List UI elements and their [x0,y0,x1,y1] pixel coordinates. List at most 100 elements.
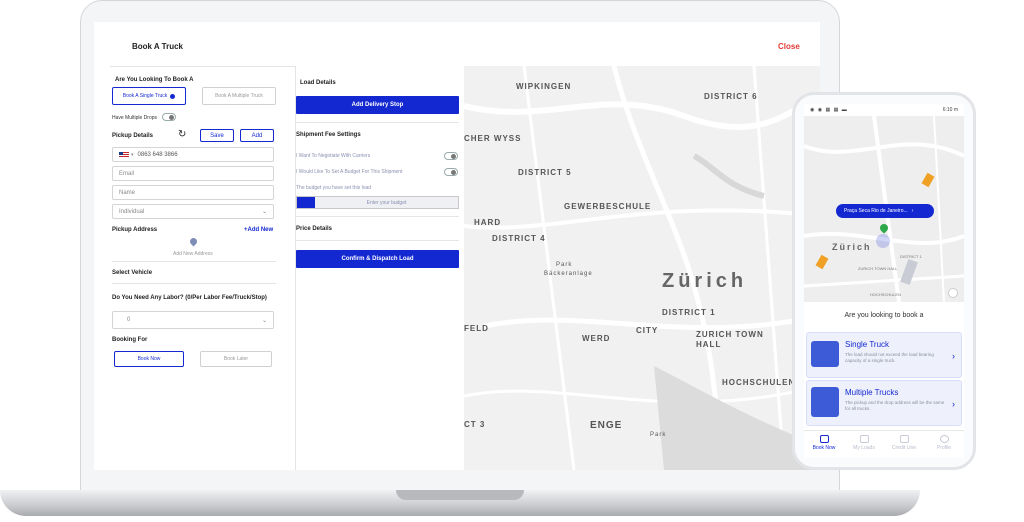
map-label-city: CITY [636,326,659,335]
nav-label: My Loads [853,445,875,451]
map-label-wyss: CHER WYSS [464,134,522,143]
phone-map-town-hall: ZURICH TOWN HALL [858,266,898,271]
single-truck-title: Single Truck [845,340,890,349]
info-icon [170,93,176,99]
map-label-hochschulen: HOCHSCHULEN [722,378,796,387]
phone-map[interactable]: Praça Seca Rio de Janeiro... › Zürich ZU… [804,116,964,302]
name-placeholder: Name [119,189,136,196]
chevron-down-icon: ⌄ [261,209,267,215]
location-pill[interactable]: Praça Seca Rio de Janeiro... › [836,204,934,218]
booking-for-heading: Booking For [112,337,148,343]
box-icon [859,435,869,443]
booking-form: Are You Looking To Book A Book A Single … [110,66,296,470]
book-now-button[interactable]: Book Now [114,351,184,367]
map-label-werd: WERD [582,334,611,343]
bottom-nav: Book Now My Loads Credit Line Profile [804,430,964,458]
laptop-notch [396,490,524,500]
multiple-truck-button[interactable]: Book A Multiple Truck [202,87,276,105]
save-button[interactable]: Save [200,129,234,142]
customer-type-select[interactable]: Individual ⌄ [112,204,274,219]
labor-question: Do You Need Any Labor? (0/Per Labor Fee/… [112,295,267,301]
add-new-address-label[interactable]: Add New Address [173,251,213,257]
route-map[interactable]: WIPKINGEN DISTRICT 6 CHER WYSS DISTRICT … [464,66,820,470]
add-button[interactable]: Add [240,129,274,142]
phone-screen: ◉ ◉ ▦ ▦ ▬ 6:10 m Praça Seca Rio de Janei… [804,104,964,458]
price-details-heading: Price Details [296,226,333,232]
chevron-right-icon: › [952,351,955,361]
card-icon [899,435,909,443]
map-label-district6: DISTRICT 6 [704,92,758,101]
negotiate-label: I Want To Negotiate With Carriers [296,153,371,159]
notification-icons: ◉ ◉ ▦ ▦ ▬ [810,107,848,113]
status-time: 6:10 m [942,107,958,113]
nav-credit-line[interactable]: Credit Line [884,435,924,451]
multiple-drops-toggle[interactable] [162,113,176,121]
location-pin-icon [188,236,199,247]
map-label-gewerbe: GEWERBESCHULE [564,202,652,211]
set-budget-label: I Would Like To Set A Budget For This Sh… [296,169,403,175]
email-field[interactable]: Email [112,166,274,181]
name-field[interactable]: Name [112,185,274,200]
us-flag-icon [119,151,129,158]
phone-value: 0863 648 3866 [137,151,178,158]
divider [296,122,459,123]
multiple-trucks-title: Multiple Trucks [845,388,899,397]
map-label-district1: DISTRICT 1 [662,308,716,317]
truck-icon [819,435,829,443]
nav-label: Book Now [812,445,836,451]
close-button[interactable]: Close [778,42,800,51]
budget-placeholder: Enter your budget [366,199,407,206]
refresh-icon[interactable]: ↻ [178,129,186,140]
customer-type-value: Individual [119,208,145,215]
multiple-trucks-desc: The pickup and the drop address will be … [845,400,945,411]
single-truck-card[interactable]: Single Truck The load should not exceed … [806,332,962,378]
shipment-fee-heading: Shipment Fee Settings [296,132,361,138]
multiple-trucks-card[interactable]: Multiple Trucks The pickup and the drop … [806,380,962,426]
nav-book-now[interactable]: Book Now [804,435,844,451]
nav-label: Profile [936,445,952,451]
confirm-dispatch-button[interactable]: Confirm & Dispatch Load [296,250,459,268]
negotiate-toggle[interactable] [444,152,458,160]
select-vehicle-heading[interactable]: Select Vehicle [112,270,152,276]
trucks-icon [811,387,839,417]
user-icon [939,435,949,443]
map-label-feld: FELD [464,324,489,333]
recenter-icon[interactable] [948,288,958,298]
truck-icon [811,341,839,367]
map-label-town-hall: ZURICH TOWN HALL [696,330,764,349]
map-label-park-name: Bäckeranlage [544,271,593,277]
nav-my-loads[interactable]: My Loads [844,435,884,451]
map-label-zurich: Zürich [662,270,748,292]
phone-field[interactable]: ▾ 0863 648 3866 [112,147,274,162]
single-truck-button[interactable]: Book A Single Truck [112,87,186,105]
phone-map-district: DISTRICT 1 [900,254,922,259]
divider [112,283,276,284]
map-label-wipkingen: WIPKINGEN [516,82,572,91]
add-delivery-stop-button[interactable]: Add Delivery Stop [296,96,459,114]
app-header: Book A Truck Close [94,22,820,64]
map-label-park: Park [556,262,573,268]
pickup-details-heading: Pickup Details [112,133,154,139]
book-later-button[interactable]: Book Later [200,351,272,367]
chevron-down-icon: ▾ [131,151,134,158]
add-new-address-link[interactable]: +Add New [244,227,273,233]
set-budget-toggle[interactable] [444,168,458,176]
chevron-right-icon: › [911,208,914,214]
pickup-address-heading: Pickup Address [112,227,158,233]
divider [296,240,459,241]
chevron-right-icon: › [952,399,955,409]
labor-value: 0 [127,317,131,323]
multiple-drops-label: Have Multiple Drops [112,115,158,121]
map-label-hard: HARD [474,218,502,227]
load-details-heading: Load Details [300,80,336,86]
single-truck-desc: The load should not exceed the load bear… [845,352,934,363]
status-bar: ◉ ◉ ▦ ▦ ▬ 6:10 m [804,104,964,116]
book-prompt: Are you looking to book a [844,312,924,319]
budget-input[interactable]: Enter your budget [296,196,459,209]
current-location-icon [876,234,890,248]
chevron-down-icon: ⌄ [261,317,267,324]
divider [112,261,276,262]
labor-select[interactable]: 0 ⌄ [112,311,274,329]
nav-profile[interactable]: Profile [924,435,964,451]
map-label-district4: DISTRICT 4 [492,234,546,243]
